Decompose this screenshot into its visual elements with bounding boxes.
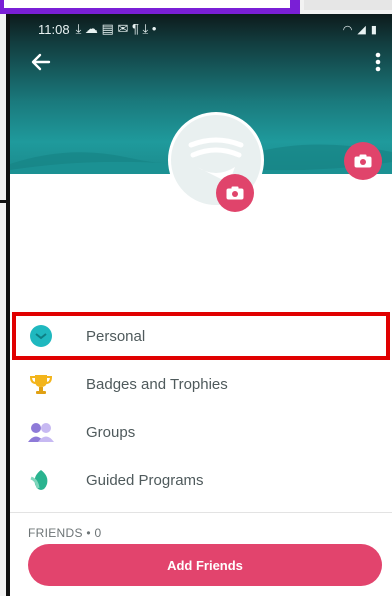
menu-item-label: Personal [86, 327, 146, 345]
status-time: 11:08 [38, 21, 70, 37]
background-window-bar-inner [4, 0, 290, 8]
back-arrow-icon[interactable] [28, 52, 54, 78]
camera-icon [226, 186, 244, 200]
trophy-glyph [29, 375, 53, 394]
more-dots-glyph [375, 52, 381, 72]
profile-menu: Personal Badges and Trophies Groups Guid… [10, 312, 392, 504]
more-options-icon[interactable] [370, 52, 386, 78]
notification-icons: ⤓ ☁ ▤ ✉ ¶ ⤓ • [75, 21, 157, 36]
back-arrow-glyph [31, 53, 51, 71]
menu-item-groups[interactable]: Groups [10, 408, 392, 456]
guided-programs-glyph [30, 470, 48, 490]
menu-item-personal[interactable]: Personal [10, 312, 392, 360]
groups-glyph [28, 423, 54, 442]
status-bar: 11:08 ⤓ ☁ ▤ ✉ ¶ ⤓ • ◠ ◢ ▮ [38, 20, 378, 38]
groups-icon [28, 419, 54, 445]
guided-programs-icon [28, 467, 54, 493]
menu-item-guided-programs[interactable]: Guided Programs [10, 456, 392, 504]
trophy-icon [28, 371, 54, 397]
personal-glyph [30, 325, 52, 347]
camera-icon [354, 154, 372, 168]
background-window-bar-right [304, 0, 392, 10]
background-window-bar [0, 0, 300, 14]
cover-camera-button[interactable] [344, 142, 382, 180]
menu-item-label: Guided Programs [86, 471, 204, 489]
add-friends-button[interactable]: Add Friends [28, 544, 382, 586]
avatar-camera-button[interactable] [216, 174, 254, 212]
menu-item-badges-and-trophies[interactable]: Badges and Trophies [10, 360, 392, 408]
phone-screen: 11:08 ⤓ ☁ ▤ ✉ ¶ ⤓ • ◠ ◢ ▮ Personal Badge… [10, 14, 392, 596]
menu-item-label: Badges and Trophies [86, 375, 228, 393]
friends-count-label: FRIENDS • 0 [28, 526, 102, 540]
menu-item-label: Groups [86, 423, 136, 441]
system-icons: ◠ ◢ ▮ [342, 23, 378, 36]
personal-icon [28, 323, 54, 349]
section-divider [10, 512, 392, 513]
